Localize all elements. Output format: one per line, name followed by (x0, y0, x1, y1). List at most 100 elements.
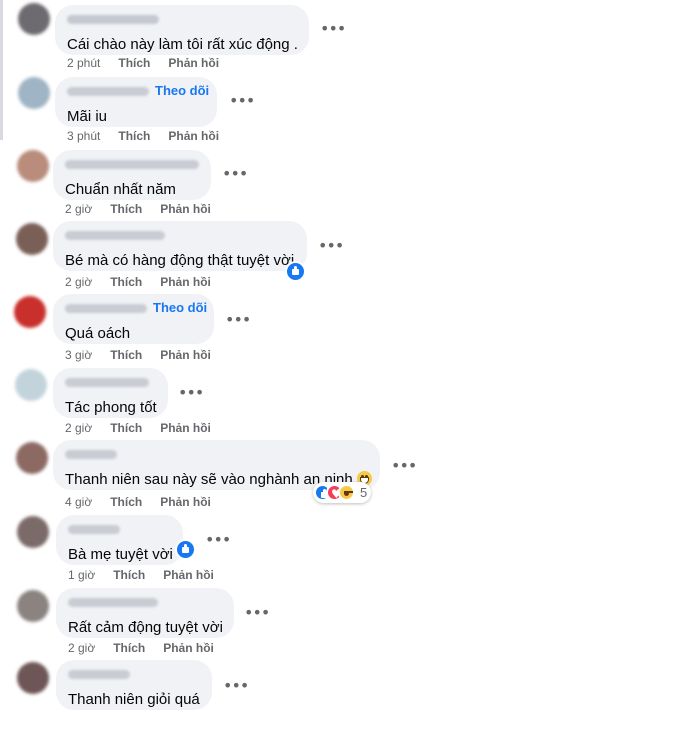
timestamp[interactable]: 2 giờ (65, 275, 92, 289)
comment-bubble: Rất cảm động tuyệt vời (56, 588, 234, 638)
author-name[interactable] (65, 378, 149, 387)
author-name[interactable] (68, 598, 158, 607)
timestamp[interactable]: 2 phút (67, 56, 100, 70)
comment-bubble: Bà mẹ tuyệt vời (56, 515, 183, 565)
reaction-summary[interactable]: 5 (313, 482, 372, 503)
reply-action[interactable]: Phản hồi (163, 568, 214, 582)
avatar[interactable] (15, 369, 47, 401)
avatar[interactable] (14, 296, 46, 328)
more-options-icon[interactable]: ••• (391, 458, 417, 474)
avatar[interactable] (16, 223, 48, 255)
like-action[interactable]: Thích (110, 495, 142, 509)
comment: Rất cảm động tuyệt vời ••• 2 giờ Thích Phả… (0, 585, 691, 658)
like-action[interactable]: Thích (118, 129, 150, 143)
like-action[interactable]: Thích (110, 421, 142, 435)
reply-action[interactable]: Phản hồi (160, 495, 211, 509)
reply-action[interactable]: Phản hồi (160, 202, 211, 216)
more-options-icon[interactable]: ••• (178, 385, 204, 401)
comment: Chuẩn nhất năm ••• 2 giờ Thích Phản hồi (0, 146, 691, 219)
more-options-icon[interactable]: ••• (244, 605, 270, 621)
avatar[interactable] (17, 516, 49, 548)
comment-bubble: Cái chào này làm tôi rất xúc động . (55, 5, 309, 55)
like-action[interactable]: Thích (110, 202, 142, 216)
comment: Theo dõi Mãi iu ••• 3 phút Thích Phản hồi (0, 73, 691, 146)
comment-bubble: Theo dõi Mãi iu (55, 77, 217, 127)
comment-text: Tác phong tốt (65, 399, 157, 416)
reply-action[interactable]: Phản hồi (168, 129, 219, 143)
reply-action[interactable]: Phản hồi (160, 421, 211, 435)
reply-action[interactable]: Phản hồi (160, 275, 211, 289)
timestamp[interactable]: 4 giờ (65, 495, 92, 509)
like-reaction-icon[interactable] (285, 261, 306, 282)
author-name[interactable] (68, 670, 130, 679)
reply-action[interactable]: Phản hồi (168, 56, 219, 70)
avatar[interactable] (17, 150, 49, 182)
comment-bubble: Tác phong tốt (53, 368, 168, 418)
author-name[interactable] (67, 15, 159, 24)
comment-meta: 3 giờ Thích Phản hồi (65, 348, 229, 362)
more-options-icon[interactable]: ••• (222, 166, 248, 182)
comment: Bà mẹ tuyệt vời ••• 1 giờ Thích Phản hồi (0, 512, 691, 585)
more-options-icon[interactable]: ••• (223, 678, 249, 694)
author-name[interactable] (65, 304, 147, 313)
comment-bubble: Thanh niên giỏi quá (56, 660, 212, 710)
timestamp[interactable]: 1 giờ (68, 568, 95, 582)
like-action[interactable]: Thích (118, 56, 150, 70)
reply-action[interactable]: Phản hồi (163, 641, 214, 655)
comment-bubble: Theo dõi Quá oách (53, 294, 214, 344)
comment-meta: 3 phút Thích Phản hồi (67, 129, 237, 143)
timestamp[interactable]: 2 giờ (65, 202, 92, 216)
like-action[interactable]: Thích (110, 275, 142, 289)
timestamp[interactable]: 2 giờ (68, 641, 95, 655)
avatar[interactable] (17, 590, 49, 622)
comment-text: Quá oách (65, 325, 131, 342)
follow-button[interactable]: Theo dõi (155, 83, 209, 98)
comment: Thanh niên giỏi quá ••• (0, 658, 691, 731)
comment-meta: 2 phút Thích Phản hồi (67, 56, 237, 70)
like-reaction-icon[interactable] (175, 539, 196, 560)
comment-meta: 2 giờ Thích Phản hồi (65, 421, 229, 435)
more-options-icon[interactable]: ••• (320, 21, 346, 37)
avatar[interactable] (18, 77, 50, 109)
timestamp[interactable]: 3 giờ (65, 348, 92, 362)
comment-meta: 1 giờ Thích Phản hồi (68, 568, 232, 582)
comment-text: Rất cảm động tuyệt vời (68, 619, 223, 636)
comment-text-content: Thanh niên sau này sẽ vào nghành an ninh (65, 471, 353, 488)
comment-bubble: Chuẩn nhất năm (53, 150, 211, 200)
reply-action[interactable]: Phản hồi (160, 348, 211, 362)
comment: Thanh niên sau này sẽ vào nghành an ninh… (0, 438, 691, 511)
more-options-icon[interactable]: ••• (229, 93, 255, 109)
haha-reaction-icon (338, 484, 355, 501)
avatar[interactable] (18, 3, 50, 35)
reaction-count: 5 (360, 485, 368, 500)
more-options-icon[interactable]: ••• (318, 238, 344, 254)
comment-text: Chuẩn nhất năm (65, 181, 176, 198)
comment: Cái chào này làm tôi rất xúc động . ••• … (0, 0, 691, 73)
author-name[interactable] (65, 160, 199, 169)
more-options-icon[interactable]: ••• (225, 312, 251, 328)
follow-button[interactable]: Theo dõi (153, 300, 207, 315)
author-name[interactable] (67, 87, 149, 96)
comment-text: Bà mẹ tuyệt vời (68, 546, 173, 563)
comment: Theo dõi Quá oách ••• 3 giờ Thích Phản hồi (0, 292, 691, 365)
avatar[interactable] (17, 662, 49, 694)
like-action[interactable]: Thích (113, 641, 145, 655)
avatar[interactable] (16, 442, 48, 474)
comment-meta: 2 giờ Thích Phản hồi (65, 275, 229, 289)
author-name[interactable] (65, 231, 165, 240)
comment-text: Mãi iu (67, 108, 108, 125)
timestamp[interactable]: 2 giờ (65, 421, 92, 435)
author-name[interactable] (68, 525, 120, 534)
timestamp[interactable]: 3 phút (67, 129, 100, 143)
comment-bubble: Bé mà có hàng động thật tuyệt vời (53, 221, 307, 271)
comment-text: Cái chào này làm tôi rất xúc động . (67, 36, 298, 53)
comment-meta: 2 giờ Thích Phản hồi (65, 202, 229, 216)
comment: Tác phong tốt ••• 2 giờ Thích Phản hồi (0, 365, 691, 438)
comment-meta: 2 giờ Thích Phản hồi (68, 641, 232, 655)
more-options-icon[interactable]: ••• (205, 532, 231, 548)
like-action[interactable]: Thích (113, 568, 145, 582)
comment-text: Bé mà có hàng động thật tuyệt vời (65, 252, 295, 269)
author-name[interactable] (65, 450, 117, 459)
comment-text: Thanh niên giỏi quá (68, 691, 200, 708)
like-action[interactable]: Thích (110, 348, 142, 362)
